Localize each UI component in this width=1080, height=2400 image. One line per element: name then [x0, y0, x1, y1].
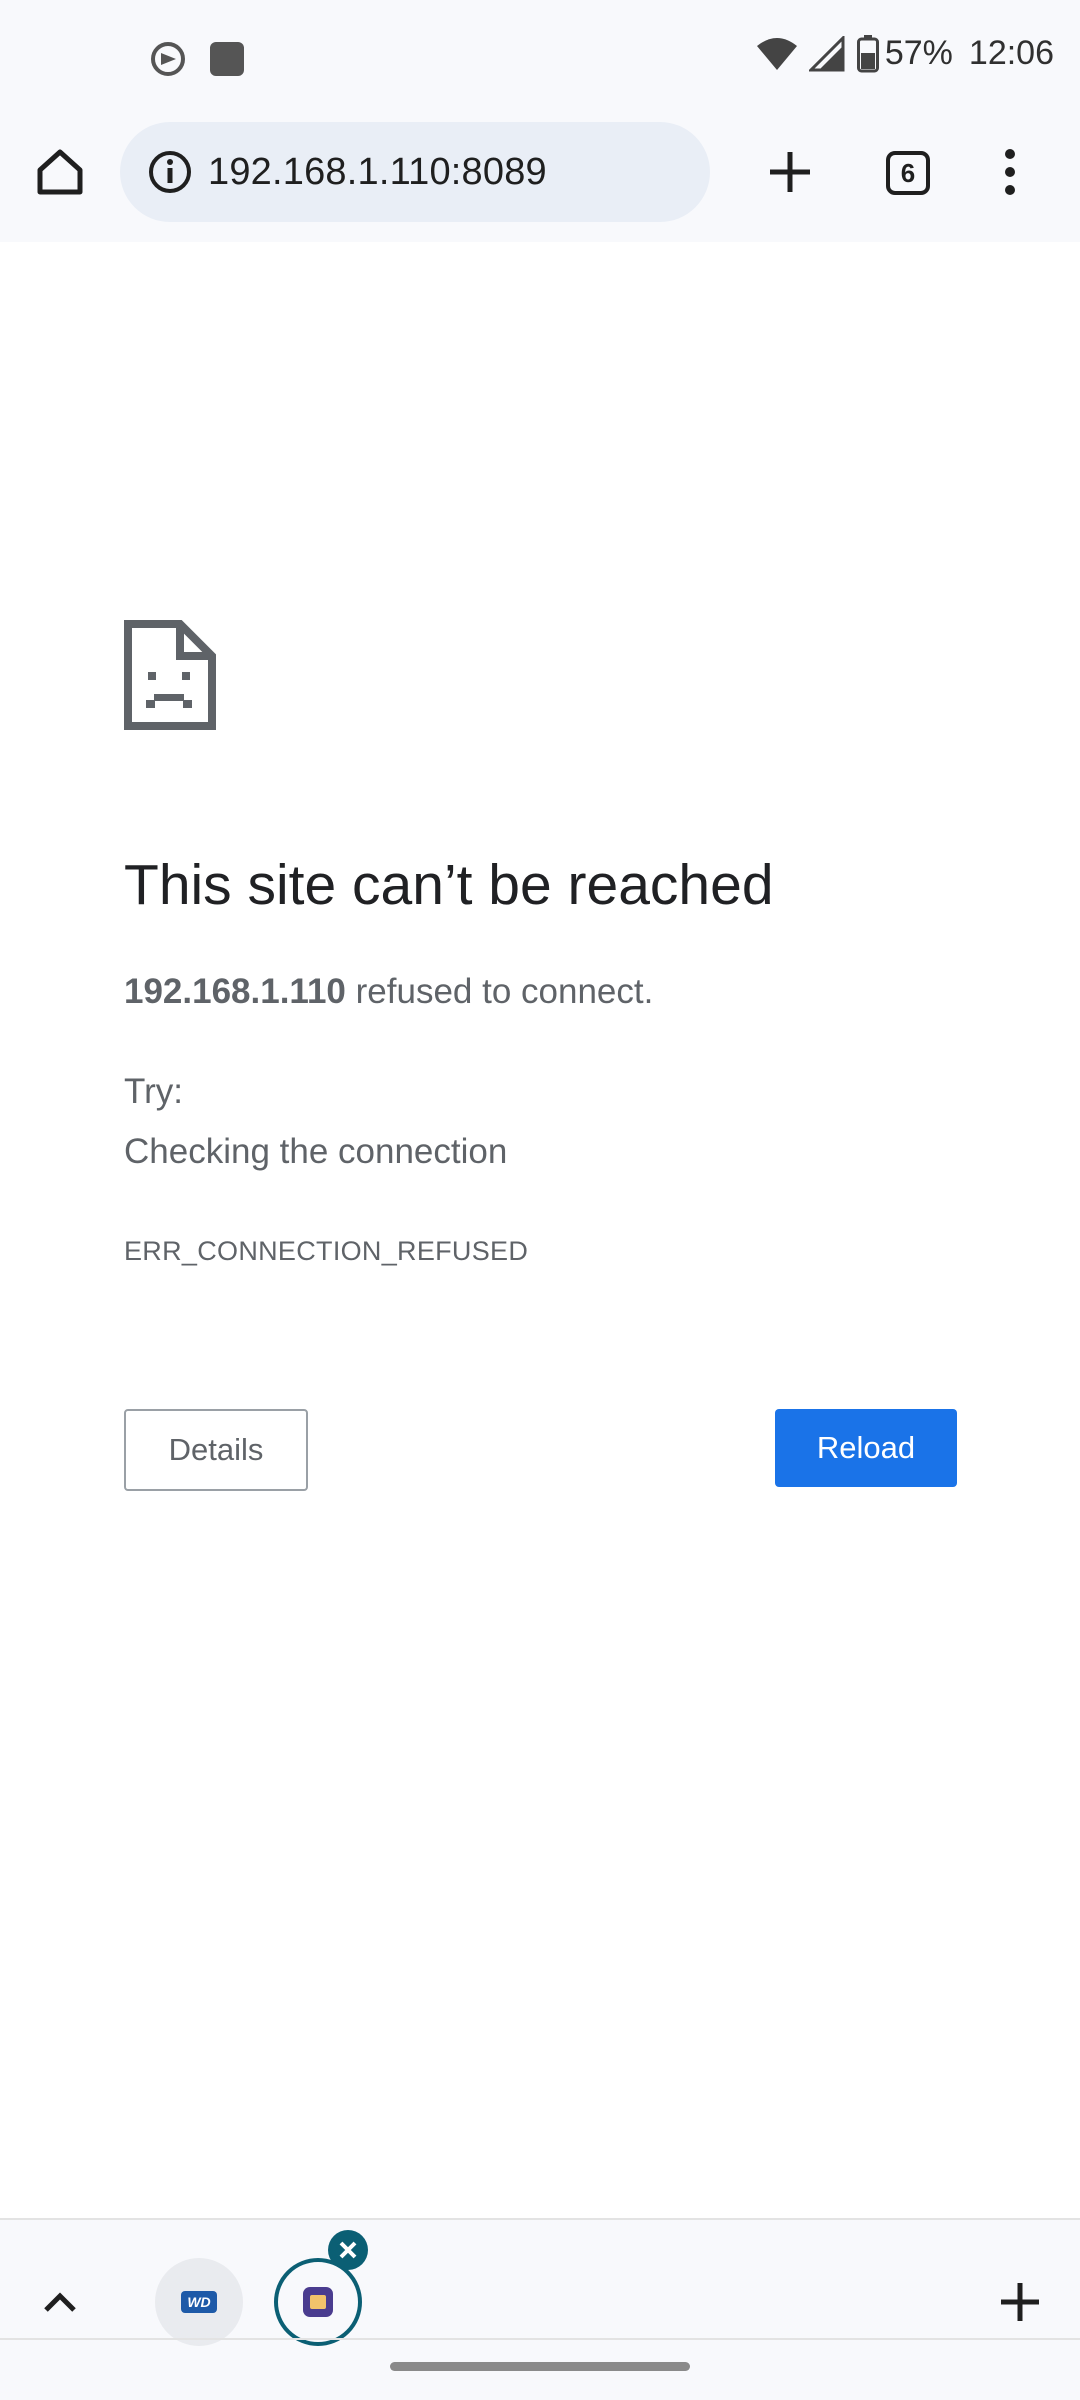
nav-divider	[0, 2338, 1080, 2340]
wd-logo-text: WD	[187, 2294, 211, 2310]
tab-switcher-button[interactable]: 6	[886, 151, 930, 195]
battery-percent: 57%	[884, 34, 953, 72]
error-host: 192.168.1.110	[124, 972, 346, 1011]
url-text[interactable]: 192.168.1.110:8089	[208, 151, 547, 194]
tab-count: 6	[900, 157, 916, 188]
battery-icon	[856, 34, 879, 72]
error-code: ERR_CONNECTION_REFUSED	[124, 1236, 529, 1266]
menu-button[interactable]	[978, 140, 1042, 204]
try-label: Try:	[124, 1072, 183, 1111]
site-info-icon[interactable]	[146, 148, 194, 196]
app-favicon-icon	[303, 2287, 333, 2317]
close-icon	[339, 2241, 357, 2259]
status-bar: 57% 12:06	[0, 0, 1080, 118]
add-tab-button[interactable]	[988, 2270, 1052, 2334]
error-message-text: refused to connect.	[345, 972, 654, 1011]
error-title: This site can’t be reached	[124, 853, 774, 917]
tab-thumbnail-active[interactable]	[274, 2258, 362, 2346]
plus-icon	[1001, 2283, 1039, 2321]
wifi-icon	[756, 37, 797, 70]
tab-strip: WD	[0, 2218, 1080, 2400]
browser-screen: 57% 12:06 192.168.1.110:8089 6 This site…	[0, 0, 1080, 2400]
address-bar[interactable]: 192.168.1.110:8089	[120, 122, 710, 222]
clock: 12:06	[968, 34, 1054, 72]
media-notification-icon	[151, 42, 185, 76]
close-tab-button[interactable]	[328, 2230, 368, 2270]
chevron-up-icon	[44, 2292, 76, 2312]
app-notification-icon	[210, 42, 244, 76]
home-button[interactable]	[28, 140, 92, 204]
error-message: 192.168.1.110 refused to connect.	[124, 972, 653, 1012]
system-icons: 57% 12:06	[755, 34, 1054, 73]
new-tab-button[interactable]	[758, 140, 822, 204]
home-icon	[37, 149, 83, 195]
more-vert-icon	[1005, 149, 1015, 195]
suggestion-item: Checking the connection	[124, 1132, 508, 1171]
wd-favicon: WD	[181, 2291, 217, 2313]
notification-icons	[150, 40, 246, 78]
plus-icon	[770, 152, 810, 192]
gesture-handle[interactable]	[390, 2362, 690, 2371]
cell-signal-icon	[808, 35, 845, 71]
sad-document-icon	[124, 620, 216, 730]
reload-button[interactable]: Reload	[775, 1409, 957, 1487]
tab-thumbnail-wd[interactable]: WD	[155, 2258, 243, 2346]
browser-toolbar: 192.168.1.110:8089 6	[0, 118, 1080, 242]
details-button[interactable]: Details	[124, 1409, 308, 1491]
expand-tab-strip-button[interactable]	[28, 2270, 92, 2334]
